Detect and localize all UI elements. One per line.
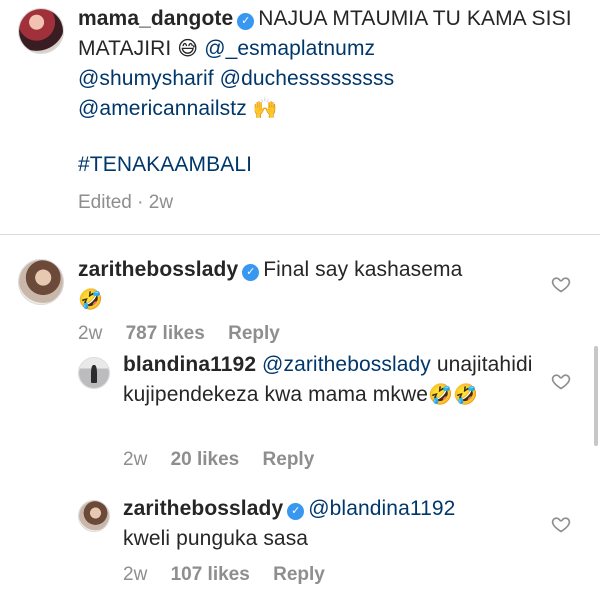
comment-body: zarithebosslady ✓ Final say kashasema 🤣 bbox=[78, 255, 538, 315]
likes-count[interactable]: 787 likes bbox=[126, 323, 205, 344]
reply-time: 2w bbox=[123, 564, 148, 585]
hashtag[interactable]: #TENAKAAMBALI bbox=[78, 150, 252, 180]
heart-outline-icon[interactable] bbox=[551, 514, 571, 534]
likes-count[interactable]: 107 likes bbox=[171, 564, 250, 585]
verified-badge-icon: ✓ bbox=[242, 264, 260, 281]
comment-username[interactable]: zarithebosslady bbox=[78, 258, 238, 281]
reply-body: blandina1192 @zarithebosslady unajitahid… bbox=[123, 350, 543, 410]
mention-link[interactable]: @shumysharif bbox=[78, 67, 214, 90]
reply-username[interactable]: blandina1192 bbox=[123, 353, 256, 376]
avatar[interactable] bbox=[18, 8, 64, 54]
post-caption: mama_dangote ✓ NAJUA MTAUMIA TU KAMA SISI … bbox=[78, 4, 583, 124]
reply-body: zarithebosslady ✓ @blandina1192 kweli pung… bbox=[123, 494, 543, 554]
likes-count[interactable]: 20 likes bbox=[171, 449, 240, 470]
reply-text: kweli punguka sasa bbox=[123, 527, 309, 550]
mention-link[interactable]: @_esmaplatnumz bbox=[204, 37, 375, 60]
reply-button[interactable]: Reply bbox=[228, 323, 280, 344]
post-meta: Edited · 2w bbox=[78, 192, 174, 213]
reply-time: 2w bbox=[123, 449, 148, 470]
mention-link[interactable]: @zarithebosslady bbox=[262, 353, 431, 376]
comment-text: Final say kashasema bbox=[263, 258, 463, 281]
reply-meta: 2w 107 likes Reply bbox=[123, 563, 325, 587]
comment-time: 2w bbox=[78, 323, 103, 344]
comment-emoji: 🤣 bbox=[78, 289, 104, 311]
reply-emoji: 🤣🤣 bbox=[428, 384, 479, 406]
post-time: 2w bbox=[148, 192, 174, 213]
reply-button[interactable]: Reply bbox=[263, 449, 315, 470]
comment-meta: 2w 787 likes Reply bbox=[78, 322, 280, 346]
reply-username[interactable]: zarithebosslady bbox=[123, 497, 283, 520]
heart-outline-icon[interactable] bbox=[551, 371, 571, 391]
divider bbox=[0, 234, 600, 235]
mention-link[interactable]: @duchesssssssss bbox=[220, 67, 395, 90]
heart-outline-icon[interactable] bbox=[551, 274, 571, 294]
avatar[interactable] bbox=[78, 357, 110, 389]
avatar[interactable] bbox=[18, 259, 64, 305]
reply-meta: 2w 20 likes Reply bbox=[123, 448, 314, 472]
verified-badge-icon: ✓ bbox=[287, 503, 305, 520]
post-username[interactable]: mama_dangote bbox=[78, 7, 233, 30]
mention-link[interactable]: @blandina1192 bbox=[308, 497, 455, 520]
avatar[interactable] bbox=[78, 500, 110, 532]
clap-emoji: 🙌 bbox=[252, 98, 278, 120]
mention-link[interactable]: @americannailstz bbox=[78, 97, 247, 120]
edited-label: Edited bbox=[78, 192, 132, 213]
verified-badge-icon: ✓ bbox=[237, 13, 255, 30]
caption-emoji: 😅 bbox=[177, 38, 199, 60]
scrollbar[interactable] bbox=[594, 346, 598, 446]
reply-button[interactable]: Reply bbox=[273, 564, 325, 585]
